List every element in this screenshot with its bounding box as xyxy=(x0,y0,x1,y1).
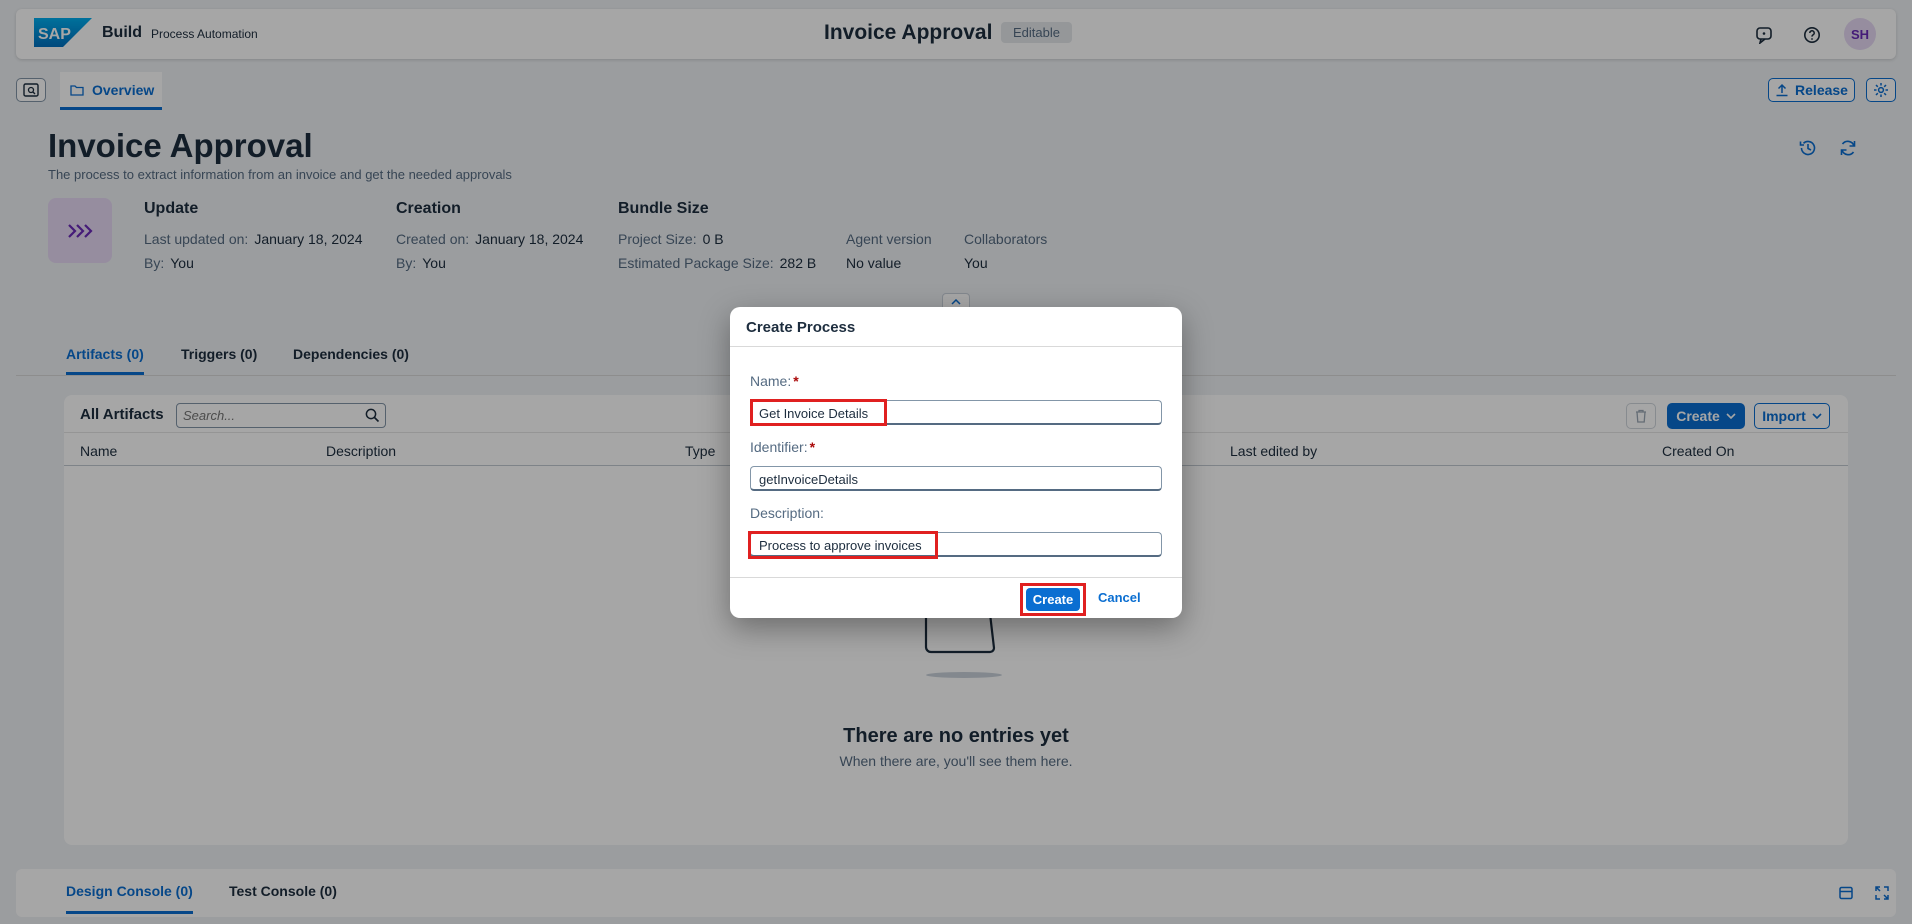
name-label: Name: * xyxy=(750,373,799,389)
name-highlight xyxy=(750,399,887,426)
required-mark: * xyxy=(809,439,816,455)
create-process-dialog: Create Process Name: * Get Invoice Detail… xyxy=(730,307,1182,618)
dialog-header: Create Process xyxy=(730,307,1182,347)
description-label: Description: xyxy=(750,505,824,521)
create-button[interactable]: Create xyxy=(1026,588,1080,611)
dialog-title: Create Process xyxy=(746,319,856,336)
cancel-button[interactable]: Cancel xyxy=(1098,590,1141,605)
description-highlight xyxy=(748,531,938,559)
identifier-label: Identifier: * xyxy=(750,439,816,455)
dialog-footer: Create Cancel xyxy=(730,577,1182,618)
identifier-field-value: getInvoiceDetails xyxy=(759,472,858,487)
required-mark: * xyxy=(793,373,799,389)
identifier-field[interactable]: getInvoiceDetails xyxy=(750,466,1162,491)
